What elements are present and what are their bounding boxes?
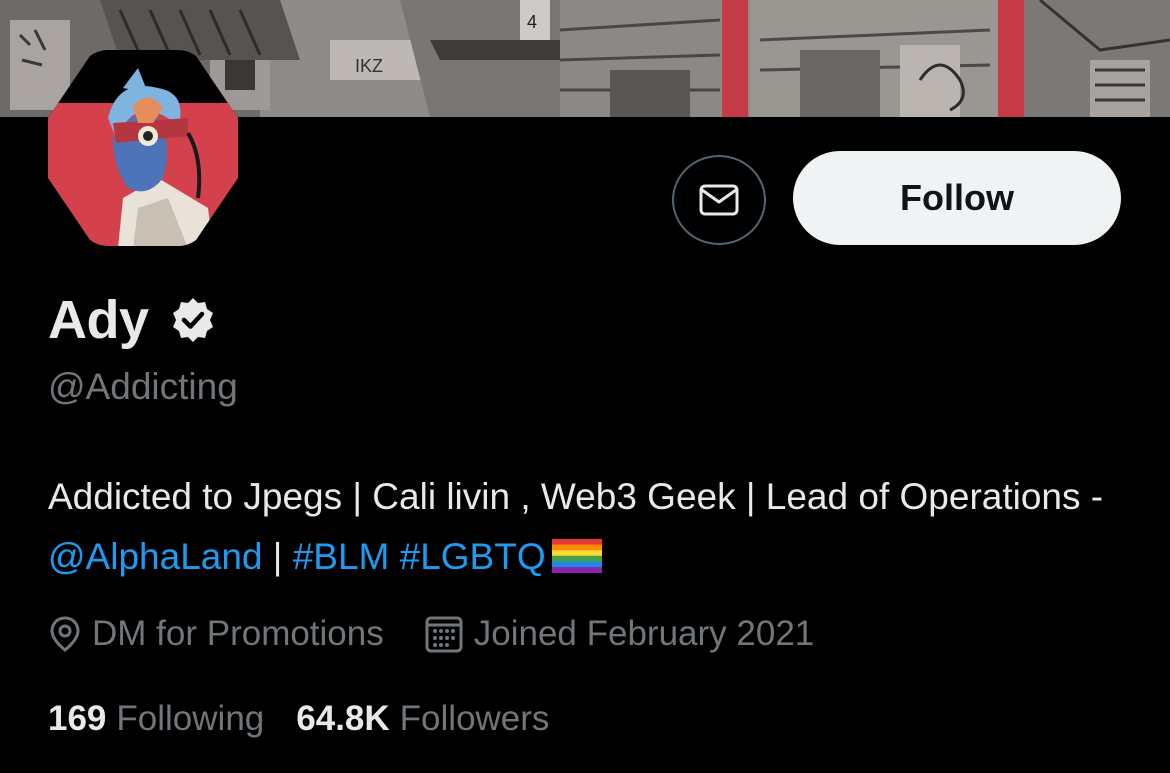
following-link[interactable]: 169 Following (48, 699, 264, 739)
bio-hashtag-blm[interactable]: #BLM (293, 536, 390, 577)
profile-name-row: Ady (48, 285, 217, 355)
following-count: 169 (48, 699, 107, 738)
following-label: Following (116, 699, 265, 738)
envelope-icon (699, 184, 739, 216)
svg-text:4: 4 (527, 12, 537, 32)
location-text: DM for Promotions (92, 614, 384, 653)
rainbow-flag-icon (551, 539, 602, 573)
bio-space (389, 536, 399, 577)
profile-name: Ady (48, 290, 149, 350)
bio-text: Addicted to Jpegs | Cali livin , Web3 Ge… (48, 476, 1104, 517)
profile-handle: @Addicting (48, 366, 238, 407)
follow-button[interactable]: Follow (793, 151, 1121, 245)
followers-count: 64.8K (296, 699, 390, 738)
bio-mention-link[interactable]: @AlphaLand (48, 536, 263, 577)
location-pin-icon (50, 616, 80, 652)
profile-meta: DM for Promotions Joined February 2021 (48, 610, 814, 658)
bio-separator: | (262, 536, 293, 577)
profile-avatar[interactable] (38, 48, 248, 248)
profile-location: DM for Promotions (48, 614, 384, 654)
calendar-icon (425, 616, 463, 653)
message-button[interactable] (672, 155, 766, 245)
avatar-image (42, 50, 244, 246)
bio-hashtag-lgbtq[interactable]: #LGBTQ (400, 536, 546, 577)
svg-text:IKZ: IKZ (355, 56, 383, 76)
followers-link[interactable]: 64.8K Followers (296, 699, 549, 739)
joined-text: Joined February 2021 (473, 614, 815, 653)
profile-stats: 169 Following 64.8K Followers (48, 695, 549, 743)
followers-label: Followers (399, 699, 550, 738)
profile-joined: Joined February 2021 (424, 614, 815, 654)
verified-badge-icon[interactable] (169, 296, 217, 344)
profile-bio: Addicted to Jpegs | Cali livin , Web3 Ge… (48, 467, 1138, 587)
